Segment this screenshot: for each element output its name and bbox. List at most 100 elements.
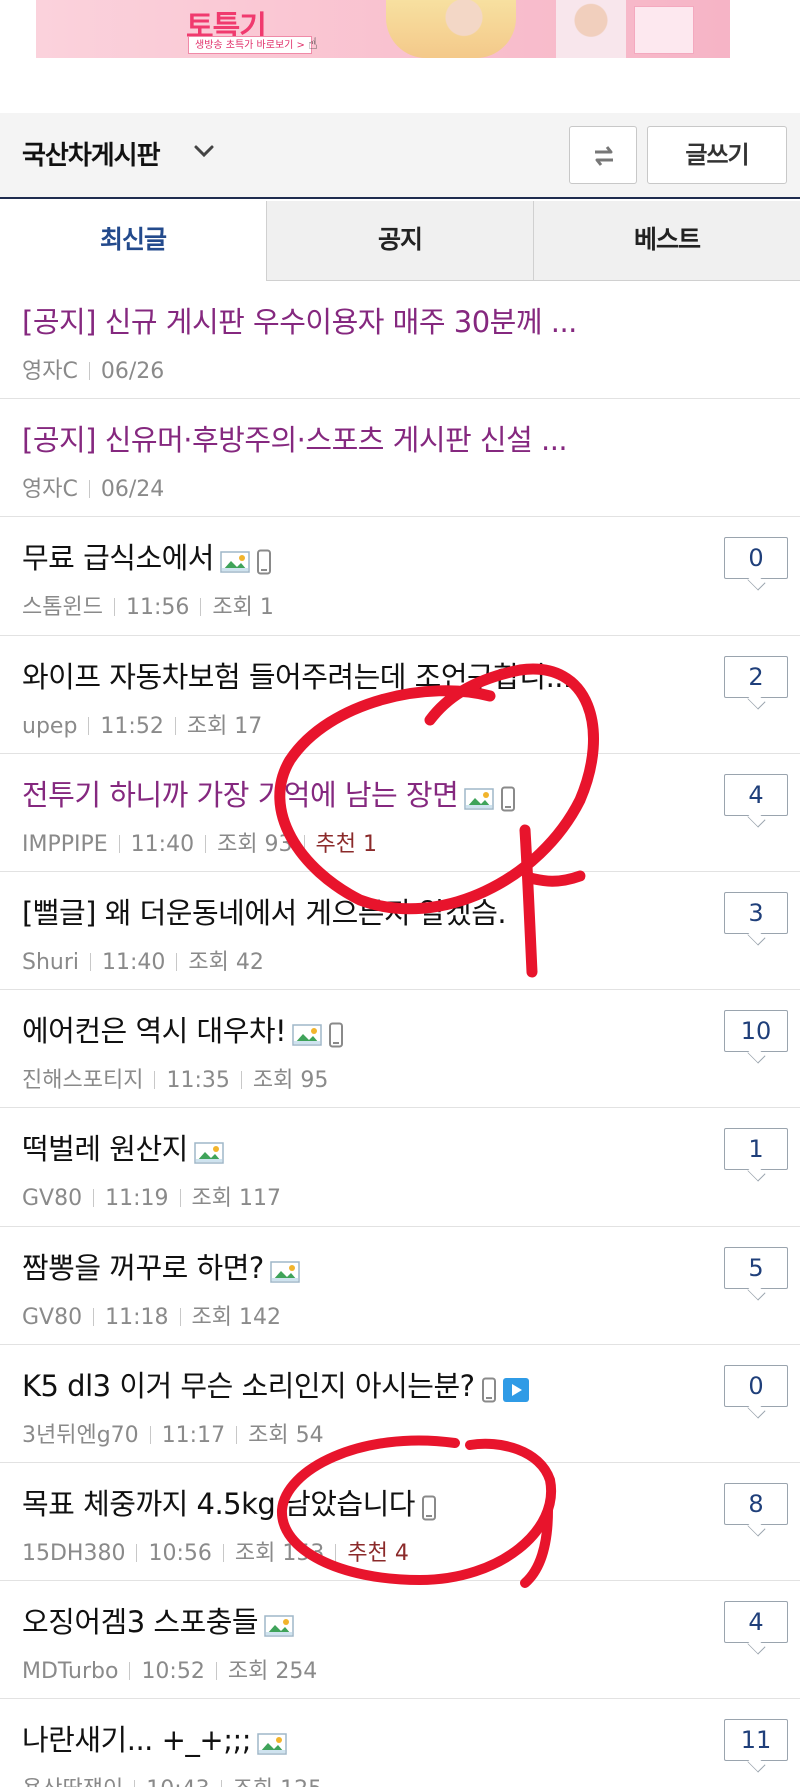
post-title-text: 에어컨은 역시 대우차! [22, 1014, 287, 1049]
post-title-text: K5 dl3 이거 무슨 소리인지 아시는분? [22, 1368, 475, 1403]
post-author: 용산딱잼이 [22, 1777, 123, 1787]
post-title[interactable]: [뻘글] 왜 더운동네에서 게으른지 알겠슴. [22, 890, 507, 932]
tab-notice[interactable]: 공지 [266, 201, 533, 281]
post-author: 영자C [22, 477, 78, 503]
post-author: 3년뒤엔g70 [22, 1422, 139, 1448]
meta-divider [303, 834, 305, 853]
post-row[interactable]: 와이프 자동차보험 들어주려는데 조언구합니... upep 11:52 조회 17 2 [0, 636, 800, 754]
meta-divider [335, 1543, 337, 1562]
comment-count-badge[interactable]: 4 [724, 1601, 788, 1644]
post-row[interactable]: 나란새기... +_+;;; 용산딱잼이 10:43 조회 125 11 [0, 1699, 800, 1787]
post-time: 11:18 [105, 1304, 169, 1330]
image-icon [292, 1016, 328, 1050]
post-attachment-icons [464, 780, 522, 814]
post-title[interactable]: 나란새기... +_+;;; [22, 1717, 293, 1759]
post-time: 11:35 [166, 1068, 230, 1094]
post-meta: IMPPIPE 11:40 조회 93 추천 1 [22, 826, 377, 858]
meta-divider [176, 952, 178, 971]
post-recommend: 추천 4 [347, 1540, 409, 1566]
post-meta: 3년뒤엔g70 11:17 조회 54 [22, 1417, 324, 1449]
post-meta: 진해스포티지 11:35 조회 95 [22, 1062, 328, 1094]
post-meta: MDTurbo 10:52 조회 254 [22, 1653, 317, 1685]
tab-best[interactable]: 베스트 [533, 201, 800, 281]
post-row[interactable]: [공지] 신유머·후방주의·스포츠 게시판 신설 ... 영자C 06/24 [0, 399, 800, 518]
play-icon [502, 1371, 529, 1405]
chevron-down-icon[interactable] [192, 139, 216, 163]
post-meta: GV80 11:18 조회 142 [22, 1299, 281, 1331]
post-title-text: 나란새기... +_+;;; [22, 1723, 252, 1758]
tab-latest[interactable]: 최신글 [0, 201, 266, 281]
post-meta: 영자C 06/26 [22, 353, 164, 385]
post-title[interactable]: 에어컨은 역시 대우차! [22, 1008, 350, 1050]
meta-divider [93, 1307, 95, 1326]
post-row[interactable]: 짬뽕을 꺼꾸로 하면? GV80 11:18 조회 142 5 [0, 1227, 800, 1345]
post-time: 11:40 [130, 831, 195, 857]
post-views: 조회 1 [212, 595, 274, 621]
comment-count-badge[interactable]: 11 [724, 1719, 788, 1762]
comment-count-badge[interactable]: 0 [724, 1364, 788, 1407]
post-title[interactable]: [공지] 신유머·후방주의·스포츠 게시판 신설 ... [22, 417, 568, 459]
post-views: 조회 142 [191, 1304, 281, 1330]
ad-model-image-2 [556, 0, 626, 58]
comment-count-badge[interactable]: 0 [724, 537, 788, 580]
post-views: 조회 93 [217, 831, 293, 857]
meta-divider [118, 834, 120, 853]
post-row[interactable]: 떡벌레 원산지 GV80 11:19 조회 117 1 [0, 1108, 800, 1227]
post-title[interactable]: 떡벌레 원산지 [22, 1126, 230, 1168]
post-meta: 15DH380 10:56 조회 153 추천 4 [22, 1535, 409, 1567]
comment-count-badge[interactable]: 3 [724, 891, 788, 934]
meta-divider [113, 598, 115, 617]
post-title[interactable]: K5 dl3 이거 무슨 소리인지 아시는분? [22, 1363, 529, 1405]
meta-divider [236, 1425, 238, 1444]
comment-count-badge[interactable]: 4 [724, 773, 788, 816]
meta-divider [134, 1780, 136, 1787]
post-row[interactable]: 에어컨은 역시 대우차! 진해스포티지 11:35 조회 95 10 [0, 990, 800, 1109]
post-views: 조회 42 [188, 949, 264, 975]
post-row[interactable]: 전투기 하니까 가장 기억에 남는 장면 IMPPIPE 11:40 조회 93 추천 … [0, 754, 800, 872]
meta-divider [136, 1543, 138, 1562]
meta-divider [149, 1425, 151, 1444]
meta-divider [88, 480, 90, 499]
post-row[interactable]: 무료 급식소에서스톰윈드 11:56 조회 1 0 [0, 517, 800, 636]
post-title[interactable]: 오징어겜3 스포충들 [22, 1599, 300, 1641]
comment-count-badge[interactable]: 2 [724, 655, 788, 698]
post-title[interactable]: 짬뽕을 꺼꾸로 하면? [22, 1245, 306, 1287]
post-row[interactable]: [공지] 신규 게시판 우수이용자 매주 30분께 ... 영자C 06/26 [0, 281, 800, 400]
post-attachment-icons [421, 1489, 443, 1523]
post-author: IMPPIPE [22, 831, 108, 857]
post-row[interactable]: K5 dl3 이거 무슨 소리인지 아시는분? 3년뒤엔g70 11:17 조회 54… [0, 1345, 800, 1463]
write-button[interactable]: 글쓰기 [647, 126, 787, 184]
post-time: 06/26 [100, 359, 165, 384]
post-row[interactable]: 오징어겜3 스포충들 MDTurbo 10:52 조회 254 4 [0, 1581, 800, 1700]
post-author: GV80 [22, 1304, 83, 1330]
post-author: 진해스포티지 [22, 1068, 144, 1094]
ad-cta[interactable]: 생방송 초특가 바로보기 > [188, 36, 312, 54]
board-title[interactable]: 국산차게시판 [22, 135, 161, 172]
hand-cursor-icon: ☝ [308, 34, 318, 53]
post-meta: GV80 11:19 조회 117 [22, 1180, 281, 1212]
post-time: 11:52 [100, 713, 164, 739]
comment-count-badge[interactable]: 10 [724, 1010, 788, 1053]
post-time: 10:43 [146, 1777, 209, 1787]
post-row[interactable]: 목표 체중까지 4.5kg 남았습니다 15DH380 10:56 조회 153 추천 … [0, 1463, 800, 1582]
post-meta: 용산딱잼이 10:43 조회 125 [22, 1771, 322, 1787]
post-title[interactable]: 와이프 자동차보험 들어주려는데 조언구합니... [22, 654, 572, 696]
meta-divider [129, 1662, 131, 1681]
post-author: 스톰윈드 [22, 595, 103, 621]
post-title[interactable]: 무료 급식소에서 [22, 535, 278, 577]
post-meta: Shuri 11:40 조회 42 [22, 944, 264, 976]
meta-divider [179, 1189, 181, 1208]
ad-banner[interactable]: 토특기 생방송 초특가 바로보기 > ☝ [36, 0, 730, 58]
post-title[interactable]: 목표 체중까지 4.5kg 남았습니다 [22, 1481, 443, 1523]
post-views: 조회 254 [227, 1659, 318, 1685]
post-title[interactable]: [공지] 신규 게시판 우수이용자 매주 30분께 ... [22, 299, 577, 341]
post-attachment-icons [194, 1134, 230, 1168]
post-row[interactable]: [뻘글] 왜 더운동네에서 게으른지 알겠슴. Shuri 11:40 조회 42 3 [0, 872, 800, 991]
post-meta: 스톰윈드 11:56 조회 1 [22, 589, 274, 621]
post-title[interactable]: 전투기 하니까 가장 기억에 남는 장면 [22, 772, 522, 814]
comment-count-badge[interactable]: 8 [724, 1482, 788, 1525]
comment-count-badge[interactable]: 5 [724, 1246, 788, 1289]
comment-count-badge[interactable]: 1 [724, 1128, 788, 1171]
meta-divider [220, 1780, 222, 1787]
refresh-button[interactable] [569, 126, 637, 184]
